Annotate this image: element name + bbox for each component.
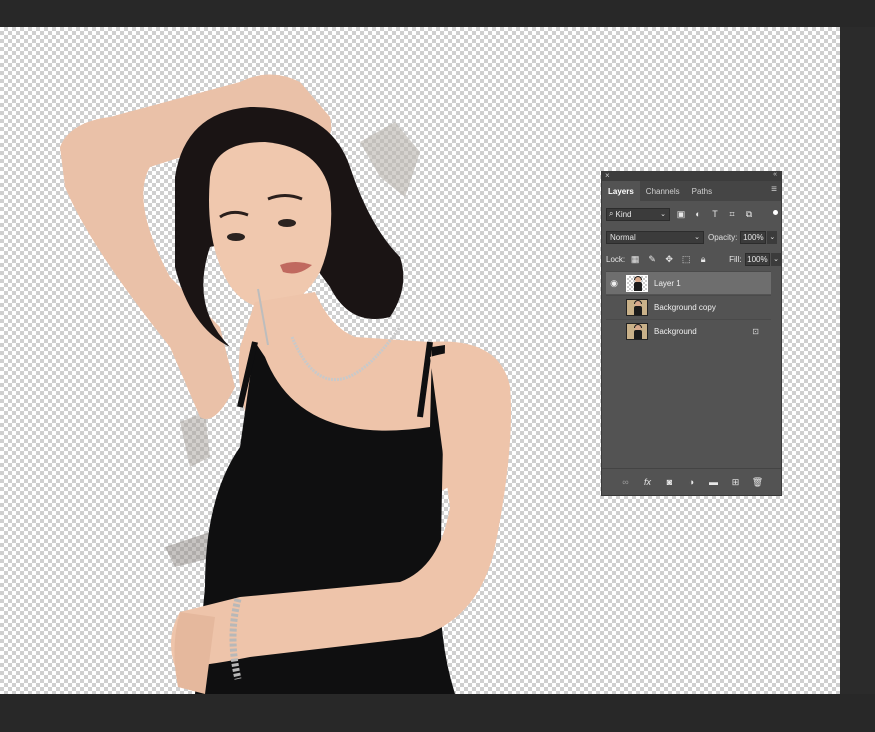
canvas-scroll-gutter [840,27,875,694]
blend-mode-select[interactable]: Normal ⌄ [606,230,704,244]
adjustment-filter-icon[interactable]: ◐ [693,209,703,219]
lock-brush-icon[interactable]: ✎ [647,254,657,264]
layer-thumbnail [626,322,648,340]
adjustment-icon[interactable]: ◑ [686,477,698,487]
opacity-input[interactable]: 100% [740,230,767,244]
collapse-icon[interactable]: « [773,171,777,178]
fill-chevron-icon[interactable]: ⌄ [771,252,781,266]
layer-thumbnail [626,274,648,292]
blend-mode-value: Normal [610,232,636,242]
type-filter-icon[interactable]: T [710,209,720,219]
fill-input[interactable]: 100% [744,252,771,266]
chevron-down-icon: ⌄ [694,234,700,241]
layer-name: Background [654,326,697,336]
kind-filter-select[interactable]: ⌕ Kind ⌄ [606,207,670,221]
lock-position-icon[interactable]: ✥ [664,254,674,264]
layer-name: Background copy [654,302,716,312]
panel-menu-icon[interactable]: ≡ [771,185,777,195]
link-icon[interactable]: ∞ [620,477,632,487]
trash-icon[interactable]: 🗑︎ [752,477,764,487]
pixel-filter-icon[interactable]: ▣ [676,209,686,219]
folder-icon[interactable]: ▬ [708,477,720,487]
opacity-label: Opacity: [708,232,738,242]
lock-icon: ⊡ [752,326,759,336]
chevron-down-icon: ⌄ [660,211,666,218]
lock-label: Lock: [606,254,626,264]
close-icon[interactable]: × [605,171,610,180]
panel-tabs: Layers Channels Paths ≡ [602,181,781,201]
shape-filter-icon[interactable]: ⌗ [727,209,737,219]
search-icon: ⌕ [609,209,614,218]
blend-row: Normal ⌄ Opacity: 100% ⌄ [602,229,781,245]
filter-row: ⌕ Kind ⌄ ▣ ◐ T ⌗ ⧉ [602,205,781,223]
lock-transparency-icon[interactable]: ▦ [630,254,640,264]
fx-icon[interactable]: fx [642,477,654,487]
lock-all-icon[interactable]: 🔒︎ [698,254,708,264]
opacity-chevron-icon[interactable]: ⌄ [767,230,778,244]
layer-row[interactable]: Background ⊡ [606,319,771,342]
lock-artboard-icon[interactable]: ⬚ [681,254,691,264]
layer-thumbnail [626,298,648,316]
fill-label: Fill: [729,254,742,264]
panel-titlebar[interactable]: × « [602,171,781,181]
filter-toggle[interactable] [773,210,778,215]
smart-object-filter-icon[interactable]: ⧉ [744,209,754,219]
layer-name: Layer 1 [654,278,681,288]
layer-row[interactable]: Background copy [606,295,771,318]
eye-icon[interactable]: ◉ [606,278,622,289]
new-layer-icon[interactable]: ⊞ [730,477,742,487]
tab-layers[interactable]: Layers [602,181,640,201]
mask-icon[interactable]: ◙ [664,477,676,487]
layer-row[interactable]: ◉ Layer 1 [606,271,771,294]
tab-channels[interactable]: Channels [640,181,686,201]
kind-filter-label: Kind [615,209,632,219]
tab-paths[interactable]: Paths [686,181,718,201]
lock-row: Lock: ▦ ✎ ✥ ⬚ 🔒︎ Fill: 100% ⌄ [602,251,781,267]
panel-footer: ∞ fx ◙ ◑ ▬ ⊞ 🗑︎ [602,468,781,495]
layers-panel: × « Layers Channels Paths ≡ ⌕ Kind ⌄ ▣ ◐… [601,171,782,496]
